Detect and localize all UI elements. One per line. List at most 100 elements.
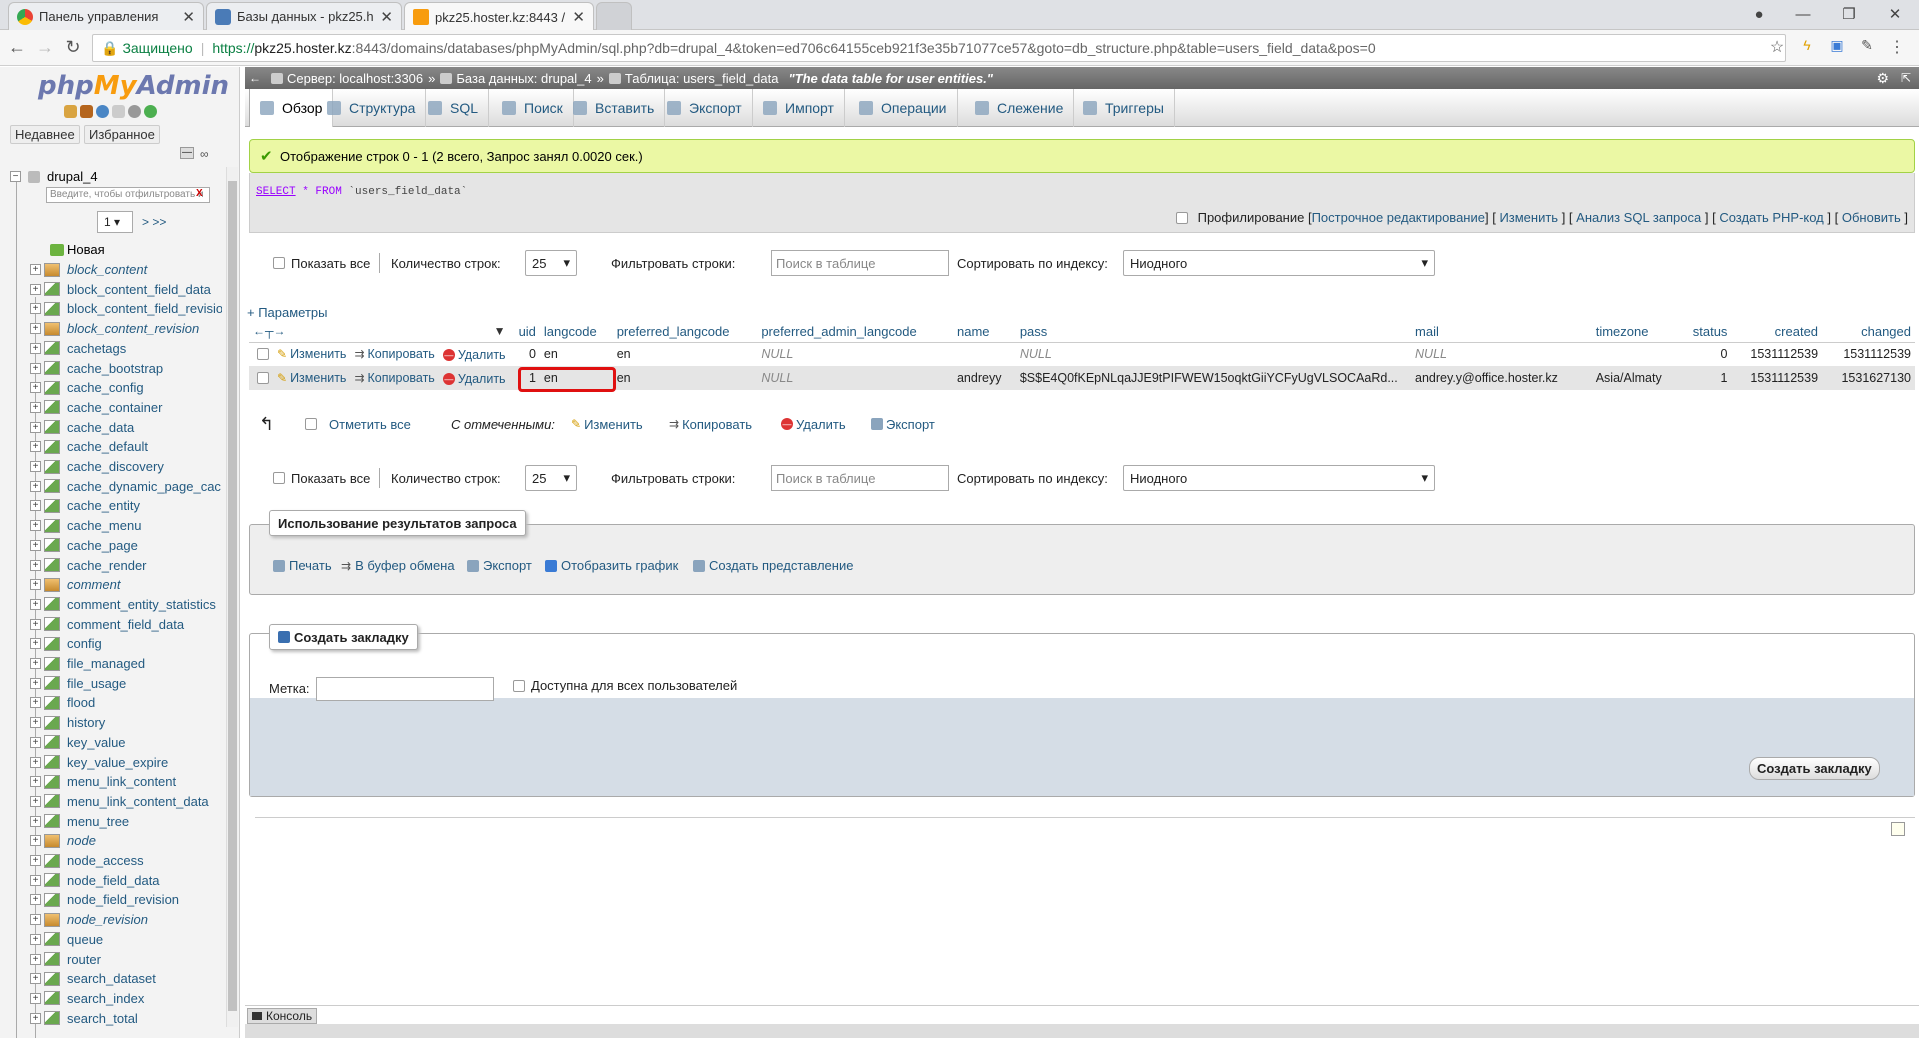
breadcrumb-database[interactable]: База данных: drupal_4 [456,71,591,86]
tree-table-item[interactable]: + router [0,950,222,969]
bookmark-label-input[interactable] [316,677,494,701]
table-icon[interactable] [44,380,60,395]
row-delete-button[interactable]: — Удалить [442,348,506,362]
tree-table-label[interactable]: menu_link_content_data [67,794,209,809]
cell-preferred_langcode[interactable]: en [612,342,758,366]
table-icon[interactable] [44,656,60,671]
cell-preferred_langcode[interactable]: en [612,366,758,390]
extension-icon[interactable]: ▣ [1826,37,1848,54]
table-icon[interactable] [44,558,60,572]
settings-icon[interactable] [128,105,141,118]
column-name[interactable]: name [952,321,1016,343]
table-icon[interactable] [44,597,60,612]
table-icon[interactable] [44,341,60,356]
tree-table-label[interactable]: menu_tree [67,814,129,829]
tree-table-item[interactable]: + search_index [0,989,222,1008]
create-view-link[interactable]: Создать представление [693,558,853,573]
table-icon[interactable] [44,518,60,533]
tree-table-item[interactable]: + comment [0,575,222,594]
table-icon[interactable] [44,617,60,632]
table-icon[interactable] [44,282,60,297]
expand-icon[interactable]: + [30,933,41,945]
table-icon[interactable] [44,459,60,474]
new-tab-button[interactable] [596,2,632,30]
tree-table-label[interactable]: history [67,715,105,730]
show-all-control[interactable]: Показать все [273,465,370,491]
cell-preferred_admin_langcode[interactable]: NULL [757,366,953,390]
tree-table-label[interactable]: comment_entity_statistics [67,597,216,612]
view-icon[interactable] [44,321,60,336]
table-icon[interactable] [44,1011,60,1026]
create-php-code-link[interactable]: Создать PHP-код [1719,210,1823,225]
tree-table-label[interactable]: node_field_revision [67,892,179,907]
cell-name[interactable] [952,342,1016,366]
bulk-export-button[interactable]: Экспорт [871,411,935,437]
tree-table-label[interactable]: key_value_expire [67,755,168,770]
expand-icon[interactable]: + [30,520,41,532]
tree-table-item[interactable]: + block_content_field_revisio [0,299,222,318]
expand-icon[interactable]: + [30,815,41,827]
row-copy-button[interactable]: ⇉ Копировать [354,371,434,385]
tree-table-item[interactable]: + search_total [0,1009,222,1028]
tree-table-item[interactable]: + cache_data [0,418,222,437]
cell-timezone[interactable] [1591,342,1681,366]
close-tab-icon[interactable]: ✕ [572,8,585,26]
browser-tab-control-panel[interactable]: Панель управления ✕ [8,2,204,30]
tab-tracking[interactable]: Слежение [965,89,1075,127]
column-changed[interactable]: changed [1822,321,1915,343]
sort-index-select[interactable]: Ниодного ▾ [1123,465,1435,491]
tree-table-item[interactable]: + block_content_revision [0,319,222,338]
row-edit-button[interactable]: ✎ Изменить [277,347,346,361]
horizontal-scrollbar[interactable] [245,1024,1919,1038]
tree-table-item[interactable]: + menu_link_content_data [0,792,222,811]
tree-table-label[interactable]: search_index [67,991,144,1006]
table-icon[interactable] [44,971,60,986]
table-icon[interactable] [44,538,60,553]
tree-table-label[interactable]: search_total [67,1011,138,1026]
tab-search[interactable]: Поиск [492,89,574,127]
tree-table-item[interactable]: + node_field_revision [0,890,222,909]
column-status[interactable]: status [1680,321,1732,343]
table-icon[interactable] [44,636,60,651]
expand-icon[interactable]: + [30,953,41,965]
tree-table-label[interactable]: cache_discovery [67,459,164,474]
table-icon[interactable] [44,439,60,454]
tree-table-label[interactable]: cache_config [67,380,144,395]
column-preferred-langcode[interactable]: preferred_langcode [612,321,758,343]
tree-table-item[interactable]: + node_access [0,851,222,870]
tree-table-item[interactable]: + comment_entity_statistics [0,595,222,614]
cell-changed[interactable]: 1531627130 [1822,366,1915,390]
expand-icon[interactable]: + [30,697,41,709]
minimize-button[interactable]: — [1780,0,1826,28]
expand-icon[interactable]: + [30,480,41,492]
tree-table-item[interactable]: + node [0,831,222,850]
column-mail[interactable]: mail [1411,321,1592,343]
expand-icon[interactable]: + [30,658,41,669]
close-window-button[interactable]: ✕ [1872,0,1918,28]
export-link[interactable]: Экспорт [467,558,532,573]
column-preferred-admin-langcode[interactable]: preferred_admin_langcode [757,321,953,343]
expand-icon[interactable]: + [30,736,41,748]
expand-icon[interactable]: + [30,677,41,689]
tree-table-label[interactable]: block_content_field_data [67,282,211,297]
tree-table-item[interactable]: + key_value [0,733,222,752]
tree-table-item[interactable]: + cache_container [0,398,222,417]
tab-insert[interactable]: Вставить [563,89,666,127]
reload-nav-icon[interactable] [144,105,157,118]
notes-icon[interactable] [1891,822,1905,836]
edit-query-link[interactable]: Изменить [1499,210,1558,225]
table-icon[interactable] [44,991,60,1006]
cell-mail[interactable]: andrey.y@office.hoster.kz [1411,366,1592,390]
expand-icon[interactable]: + [30,717,41,729]
table-icon[interactable] [44,952,60,966]
profiling-checkbox[interactable] [1175,211,1188,224]
tab-structure[interactable]: Структура [317,89,427,127]
tree-table-item[interactable]: + search_dataset [0,969,222,988]
show-all-control[interactable]: Показать все [273,250,370,276]
show-all-checkbox[interactable] [273,472,285,484]
restore-button[interactable]: ❐ [1826,0,1872,28]
table-icon[interactable] [44,301,60,316]
row-edit-button[interactable]: ✎ Изменить [277,371,346,385]
view-icon[interactable] [44,833,60,848]
tree-table-item[interactable]: + cache_bootstrap [0,359,222,378]
